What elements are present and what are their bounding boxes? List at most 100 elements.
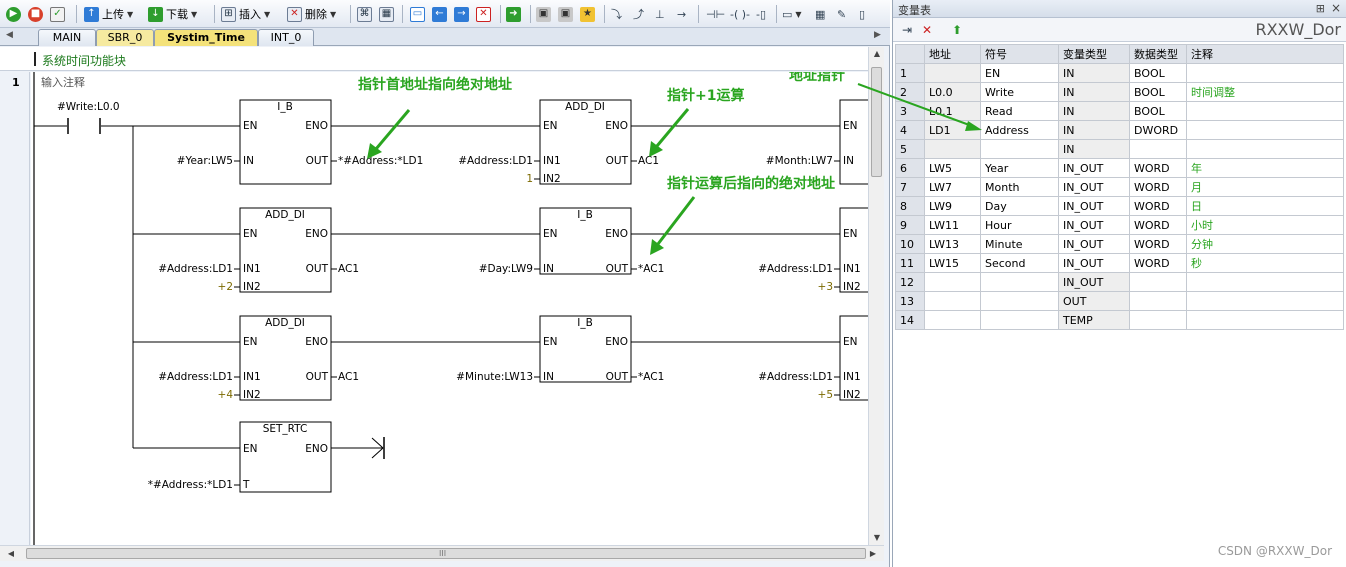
ladder-canvas[interactable]: 输入注释 #Write:L0.0 I_B EN ENO IN OUT #Year… [31, 72, 868, 545]
variable-row[interactable]: 11 LW15 Second IN_OUT WORD 秒 [895, 253, 1344, 273]
tool-button-3[interactable]: ▭ [410, 5, 425, 23]
variable-row[interactable]: 1 EN IN BOOL [895, 63, 1344, 83]
operand-in2[interactable]: +2 [218, 281, 233, 293]
lock-button-2[interactable]: ▣ [558, 5, 573, 23]
operand-out[interactable]: AC1 [338, 371, 359, 383]
address-cell[interactable]: LW11 [924, 215, 981, 235]
address-cell[interactable] [924, 63, 981, 83]
data-type-cell[interactable]: WORD [1129, 215, 1187, 235]
operand-in2[interactable]: +5 [818, 389, 833, 401]
address-cell[interactable] [924, 272, 981, 292]
comment-cell[interactable]: 秒 [1186, 253, 1344, 273]
scroll-left-icon[interactable]: ◀ [4, 546, 18, 562]
var-type-cell[interactable]: IN_OUT [1058, 272, 1130, 292]
address-cell[interactable] [924, 139, 981, 159]
address-cell[interactable]: LW13 [924, 234, 981, 254]
comment-cell[interactable] [1186, 310, 1344, 330]
tab-scroll-right-icon[interactable]: ▶ [874, 30, 881, 40]
address-cell[interactable]: LW15 [924, 253, 981, 273]
block-edge-month[interactable]: EN IN [839, 99, 868, 185]
symbol-cell[interactable]: Read [980, 101, 1059, 121]
compile-button[interactable]: ✓ [50, 5, 65, 23]
branch-up-button[interactable]: ⤴ [633, 5, 644, 23]
comment-cell[interactable] [1186, 272, 1344, 292]
var-type-cell[interactable]: IN_OUT [1058, 215, 1130, 235]
box-button[interactable]: -▯ [756, 5, 766, 23]
tab-main[interactable]: MAIN [38, 29, 96, 46]
scroll-down-icon[interactable]: ▼ [869, 531, 885, 545]
operand-in2[interactable]: 1 [526, 173, 533, 185]
comment-cell[interactable] [1186, 139, 1344, 159]
vertical-scroll-thumb[interactable] [871, 67, 882, 177]
tool-button-1[interactable]: ⌘ [357, 5, 372, 23]
var-type-cell[interactable]: OUT [1058, 291, 1130, 311]
block-i-b-day[interactable]: I_B EN ENO IN OUT [539, 207, 632, 275]
comment-cell[interactable]: 小时 [1186, 215, 1344, 235]
data-type-cell[interactable]: WORD [1129, 177, 1187, 197]
line-up-button[interactable]: ⊥ [655, 5, 665, 23]
comment-cell[interactable] [1186, 120, 1344, 140]
address-cell[interactable]: LW5 [924, 158, 981, 178]
operand-in1[interactable]: #Address:LD1 [158, 263, 233, 275]
block-i-b-year[interactable]: I_B EN ENO IN OUT [239, 99, 332, 185]
operand-t[interactable]: *#Address:*LD1 [148, 479, 233, 491]
var-type-cell[interactable]: IN_OUT [1058, 253, 1130, 273]
symbol-cell[interactable]: EN [980, 63, 1059, 83]
lock-button[interactable]: ▣ [536, 5, 551, 23]
tab-scroll-left-icon[interactable]: ◀ [6, 30, 13, 40]
var-type-cell[interactable]: IN [1058, 82, 1130, 102]
block-add-di-2[interactable]: ADD_DI EN ENO IN1 IN2 OUT [239, 207, 332, 293]
symbol-cell[interactable]: Hour [980, 215, 1059, 235]
stop-button[interactable]: ■ [28, 5, 43, 23]
block-i-b-minute[interactable]: I_B EN ENO IN OUT [539, 315, 632, 383]
address-cell[interactable]: L0.1 [924, 101, 981, 121]
col-header-address[interactable]: 地址 [924, 44, 981, 64]
block-set-rtc[interactable]: SET_RTC EN ENO T [239, 421, 332, 493]
scroll-up-icon[interactable]: ▲ [869, 47, 885, 61]
var-type-cell[interactable]: IN [1058, 63, 1130, 83]
contact-write[interactable]: #Write:L0.0 [57, 101, 120, 134]
col-header-var-type[interactable]: 变量类型 [1058, 44, 1130, 64]
variable-row[interactable]: 10 LW13 Minute IN_OUT WORD 分钟 [895, 234, 1344, 254]
bookmark-button[interactable]: ★ [580, 5, 595, 23]
variable-row[interactable]: 8 LW9 Day IN_OUT WORD 日 [895, 196, 1344, 216]
tool-button-2[interactable]: ▦ [379, 5, 394, 23]
lock-variable-icon[interactable]: ⬆ [949, 22, 965, 38]
variable-row[interactable]: 6 LW5 Year IN_OUT WORD 年 [895, 158, 1344, 178]
operand-out[interactable]: *#Address:*LD1 [338, 155, 423, 167]
operand-in[interactable]: #Year:LW5 [177, 155, 233, 167]
horizontal-scrollbar[interactable]: ◀ III ▶ [0, 545, 884, 561]
more-button[interactable]: ▯ [859, 5, 865, 23]
var-type-cell[interactable]: TEMP [1058, 310, 1130, 330]
address-cell[interactable]: LW9 [924, 196, 981, 216]
data-type-cell[interactable]: WORD [1129, 253, 1187, 273]
operand-in[interactable]: #Day:LW9 [479, 263, 533, 275]
variable-row[interactable]: 7 LW7 Month IN_OUT WORD 月 [895, 177, 1344, 197]
comment-cell[interactable]: 年 [1186, 158, 1344, 178]
upload-button[interactable]: ↑ 上传 ▼ [84, 5, 133, 23]
var-type-cell[interactable]: IN_OUT [1058, 196, 1130, 216]
vertical-scrollbar[interactable]: ▲ ▼ [868, 47, 884, 545]
data-type-cell[interactable]: BOOL [1129, 63, 1187, 83]
comment-cell[interactable]: 时间调整 [1186, 82, 1344, 102]
download-button[interactable]: ↓ 下载 ▼ [148, 5, 197, 23]
insert-row-icon[interactable]: ⇥ [899, 22, 915, 38]
comment-cell[interactable] [1186, 101, 1344, 121]
pou-comment-header[interactable]: 系统时间功能块 [0, 47, 868, 71]
data-type-cell[interactable]: WORD [1129, 234, 1187, 254]
tab-sbr-0[interactable]: SBR_0 [96, 29, 154, 46]
block-add-di-1[interactable]: ADD_DI EN ENO IN1 IN2 OUT [539, 99, 632, 185]
variable-row[interactable]: 14 TEMP [895, 310, 1344, 330]
block-edge-add-5[interactable]: EN IN1 IN2 [839, 315, 868, 401]
tool-button-4[interactable]: ← [432, 5, 447, 23]
data-type-cell[interactable] [1129, 272, 1187, 292]
address-cell[interactable]: LD1 [924, 120, 981, 140]
tool-button-6[interactable]: ✕ [476, 5, 491, 23]
var-type-cell[interactable]: IN [1058, 120, 1130, 140]
operand-in1[interactable]: #Address:LD1 [458, 155, 533, 167]
tab-systim-time[interactable]: Systim_Time [154, 29, 258, 46]
col-header-data-type[interactable]: 数据类型 [1129, 44, 1187, 64]
symbol-cell[interactable] [980, 291, 1059, 311]
data-type-cell[interactable]: BOOL [1129, 101, 1187, 121]
variable-row[interactable]: 12 IN_OUT [895, 272, 1344, 292]
